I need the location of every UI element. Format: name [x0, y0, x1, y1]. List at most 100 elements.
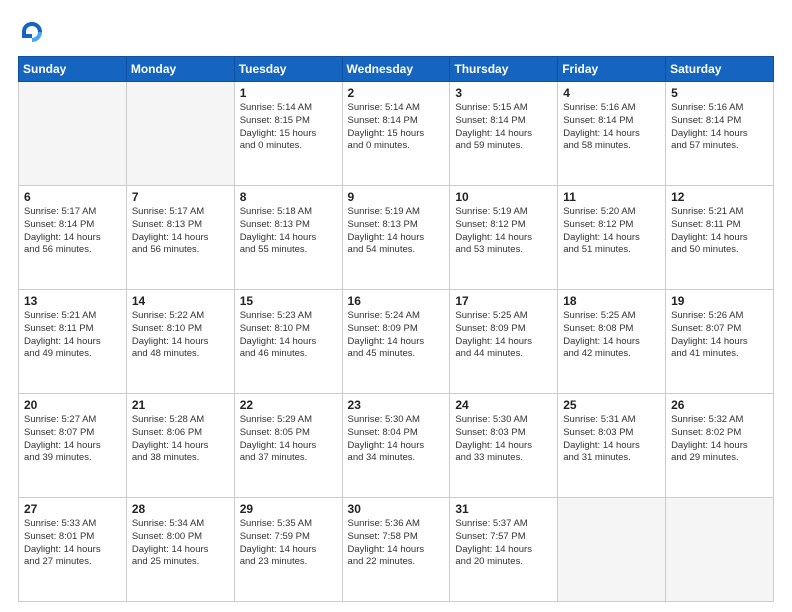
cell-info-line: and 44 minutes. — [455, 348, 552, 361]
day-number: 22 — [240, 398, 337, 412]
cell-info-line: Sunrise: 5:25 AM — [563, 310, 660, 323]
cell-info-line: and 49 minutes. — [24, 348, 121, 361]
cell-info-line: Sunset: 8:10 PM — [132, 323, 229, 336]
day-number: 21 — [132, 398, 229, 412]
cell-info-line: Daylight: 14 hours — [132, 544, 229, 557]
cell-info-line: Sunrise: 5:21 AM — [671, 206, 768, 219]
cell-info-line: Daylight: 14 hours — [671, 336, 768, 349]
calendar-cell: 4Sunrise: 5:16 AMSunset: 8:14 PMDaylight… — [558, 82, 666, 186]
calendar-cell — [558, 498, 666, 602]
cell-info-line: and 31 minutes. — [563, 452, 660, 465]
calendar-cell: 10Sunrise: 5:19 AMSunset: 8:12 PMDayligh… — [450, 186, 558, 290]
weekday-header: Friday — [558, 57, 666, 82]
calendar-cell: 28Sunrise: 5:34 AMSunset: 8:00 PMDayligh… — [126, 498, 234, 602]
cell-info-line: Sunset: 7:59 PM — [240, 531, 337, 544]
cell-info-line: Daylight: 14 hours — [132, 440, 229, 453]
calendar-cell: 13Sunrise: 5:21 AMSunset: 8:11 PMDayligh… — [19, 290, 127, 394]
cell-info-line: and 25 minutes. — [132, 556, 229, 569]
cell-info-line: Daylight: 14 hours — [240, 544, 337, 557]
cell-info-line: Sunrise: 5:36 AM — [348, 518, 445, 531]
day-number: 11 — [563, 190, 660, 204]
cell-info-line: and 56 minutes. — [132, 244, 229, 257]
cell-info-line: and 59 minutes. — [455, 140, 552, 153]
cell-info-line: Sunset: 8:13 PM — [240, 219, 337, 232]
cell-info-line: Sunset: 7:57 PM — [455, 531, 552, 544]
calendar-cell: 27Sunrise: 5:33 AMSunset: 8:01 PMDayligh… — [19, 498, 127, 602]
day-number: 26 — [671, 398, 768, 412]
cell-info-line: Sunrise: 5:26 AM — [671, 310, 768, 323]
calendar-row: 13Sunrise: 5:21 AMSunset: 8:11 PMDayligh… — [19, 290, 774, 394]
cell-info-line: Daylight: 14 hours — [24, 232, 121, 245]
weekday-header: Thursday — [450, 57, 558, 82]
cell-info-line: Daylight: 15 hours — [348, 128, 445, 141]
cell-info-line: and 37 minutes. — [240, 452, 337, 465]
cell-info-line: Daylight: 14 hours — [455, 232, 552, 245]
day-number: 19 — [671, 294, 768, 308]
calendar-row: 20Sunrise: 5:27 AMSunset: 8:07 PMDayligh… — [19, 394, 774, 498]
cell-info-line: Daylight: 14 hours — [455, 440, 552, 453]
cell-info-line: Sunset: 8:09 PM — [348, 323, 445, 336]
day-number: 28 — [132, 502, 229, 516]
calendar-cell — [126, 82, 234, 186]
day-number: 25 — [563, 398, 660, 412]
cell-info-line: Daylight: 15 hours — [240, 128, 337, 141]
cell-info-line: Sunset: 8:14 PM — [24, 219, 121, 232]
calendar-cell: 1Sunrise: 5:14 AMSunset: 8:15 PMDaylight… — [234, 82, 342, 186]
cell-info-line: and 53 minutes. — [455, 244, 552, 257]
cell-info-line: and 42 minutes. — [563, 348, 660, 361]
day-number: 9 — [348, 190, 445, 204]
weekday-header: Saturday — [666, 57, 774, 82]
cell-info-line: Sunrise: 5:14 AM — [348, 102, 445, 115]
cell-info-line: Daylight: 14 hours — [24, 440, 121, 453]
cell-info-line: Sunset: 8:13 PM — [348, 219, 445, 232]
cell-info-line: Daylight: 14 hours — [455, 544, 552, 557]
cell-info-line: Sunrise: 5:19 AM — [455, 206, 552, 219]
day-number: 7 — [132, 190, 229, 204]
cell-info-line: Sunrise: 5:30 AM — [348, 414, 445, 427]
calendar-cell: 15Sunrise: 5:23 AMSunset: 8:10 PMDayligh… — [234, 290, 342, 394]
cell-info-line: and 33 minutes. — [455, 452, 552, 465]
cell-info-line: Sunset: 8:12 PM — [455, 219, 552, 232]
cell-info-line: Sunset: 8:03 PM — [455, 427, 552, 440]
calendar-cell: 29Sunrise: 5:35 AMSunset: 7:59 PMDayligh… — [234, 498, 342, 602]
cell-info-line: Daylight: 14 hours — [348, 440, 445, 453]
cell-info-line: Sunset: 8:01 PM — [24, 531, 121, 544]
cell-info-line: Sunrise: 5:37 AM — [455, 518, 552, 531]
calendar-cell: 25Sunrise: 5:31 AMSunset: 8:03 PMDayligh… — [558, 394, 666, 498]
cell-info-line: Daylight: 14 hours — [240, 440, 337, 453]
cell-info-line: and 45 minutes. — [348, 348, 445, 361]
cell-info-line: Sunset: 8:14 PM — [671, 115, 768, 128]
calendar-table: SundayMondayTuesdayWednesdayThursdayFrid… — [18, 56, 774, 602]
calendar-cell: 7Sunrise: 5:17 AMSunset: 8:13 PMDaylight… — [126, 186, 234, 290]
cell-info-line: Sunrise: 5:32 AM — [671, 414, 768, 427]
cell-info-line: and 57 minutes. — [671, 140, 768, 153]
weekday-header: Sunday — [19, 57, 127, 82]
cell-info-line: and 34 minutes. — [348, 452, 445, 465]
cell-info-line: Sunset: 8:07 PM — [671, 323, 768, 336]
cell-info-line: Sunrise: 5:14 AM — [240, 102, 337, 115]
calendar-cell: 3Sunrise: 5:15 AMSunset: 8:14 PMDaylight… — [450, 82, 558, 186]
cell-info-line: Daylight: 14 hours — [671, 440, 768, 453]
cell-info-line: Sunrise: 5:25 AM — [455, 310, 552, 323]
cell-info-line: Sunset: 8:05 PM — [240, 427, 337, 440]
cell-info-line: and 20 minutes. — [455, 556, 552, 569]
cell-info-line: and 27 minutes. — [24, 556, 121, 569]
calendar-cell: 12Sunrise: 5:21 AMSunset: 8:11 PMDayligh… — [666, 186, 774, 290]
day-number: 2 — [348, 86, 445, 100]
day-number: 16 — [348, 294, 445, 308]
cell-info-line: Daylight: 14 hours — [563, 440, 660, 453]
day-number: 4 — [563, 86, 660, 100]
cell-info-line: and 50 minutes. — [671, 244, 768, 257]
cell-info-line: and 0 minutes. — [240, 140, 337, 153]
cell-info-line: Daylight: 14 hours — [455, 336, 552, 349]
cell-info-line: Sunrise: 5:29 AM — [240, 414, 337, 427]
cell-info-line: Sunrise: 5:21 AM — [24, 310, 121, 323]
cell-info-line: Daylight: 14 hours — [348, 544, 445, 557]
cell-info-line: Sunset: 8:10 PM — [240, 323, 337, 336]
page: SundayMondayTuesdayWednesdayThursdayFrid… — [0, 0, 792, 612]
cell-info-line: Sunrise: 5:17 AM — [24, 206, 121, 219]
calendar-cell: 31Sunrise: 5:37 AMSunset: 7:57 PMDayligh… — [450, 498, 558, 602]
cell-info-line: and 0 minutes. — [348, 140, 445, 153]
day-number: 6 — [24, 190, 121, 204]
day-number: 8 — [240, 190, 337, 204]
